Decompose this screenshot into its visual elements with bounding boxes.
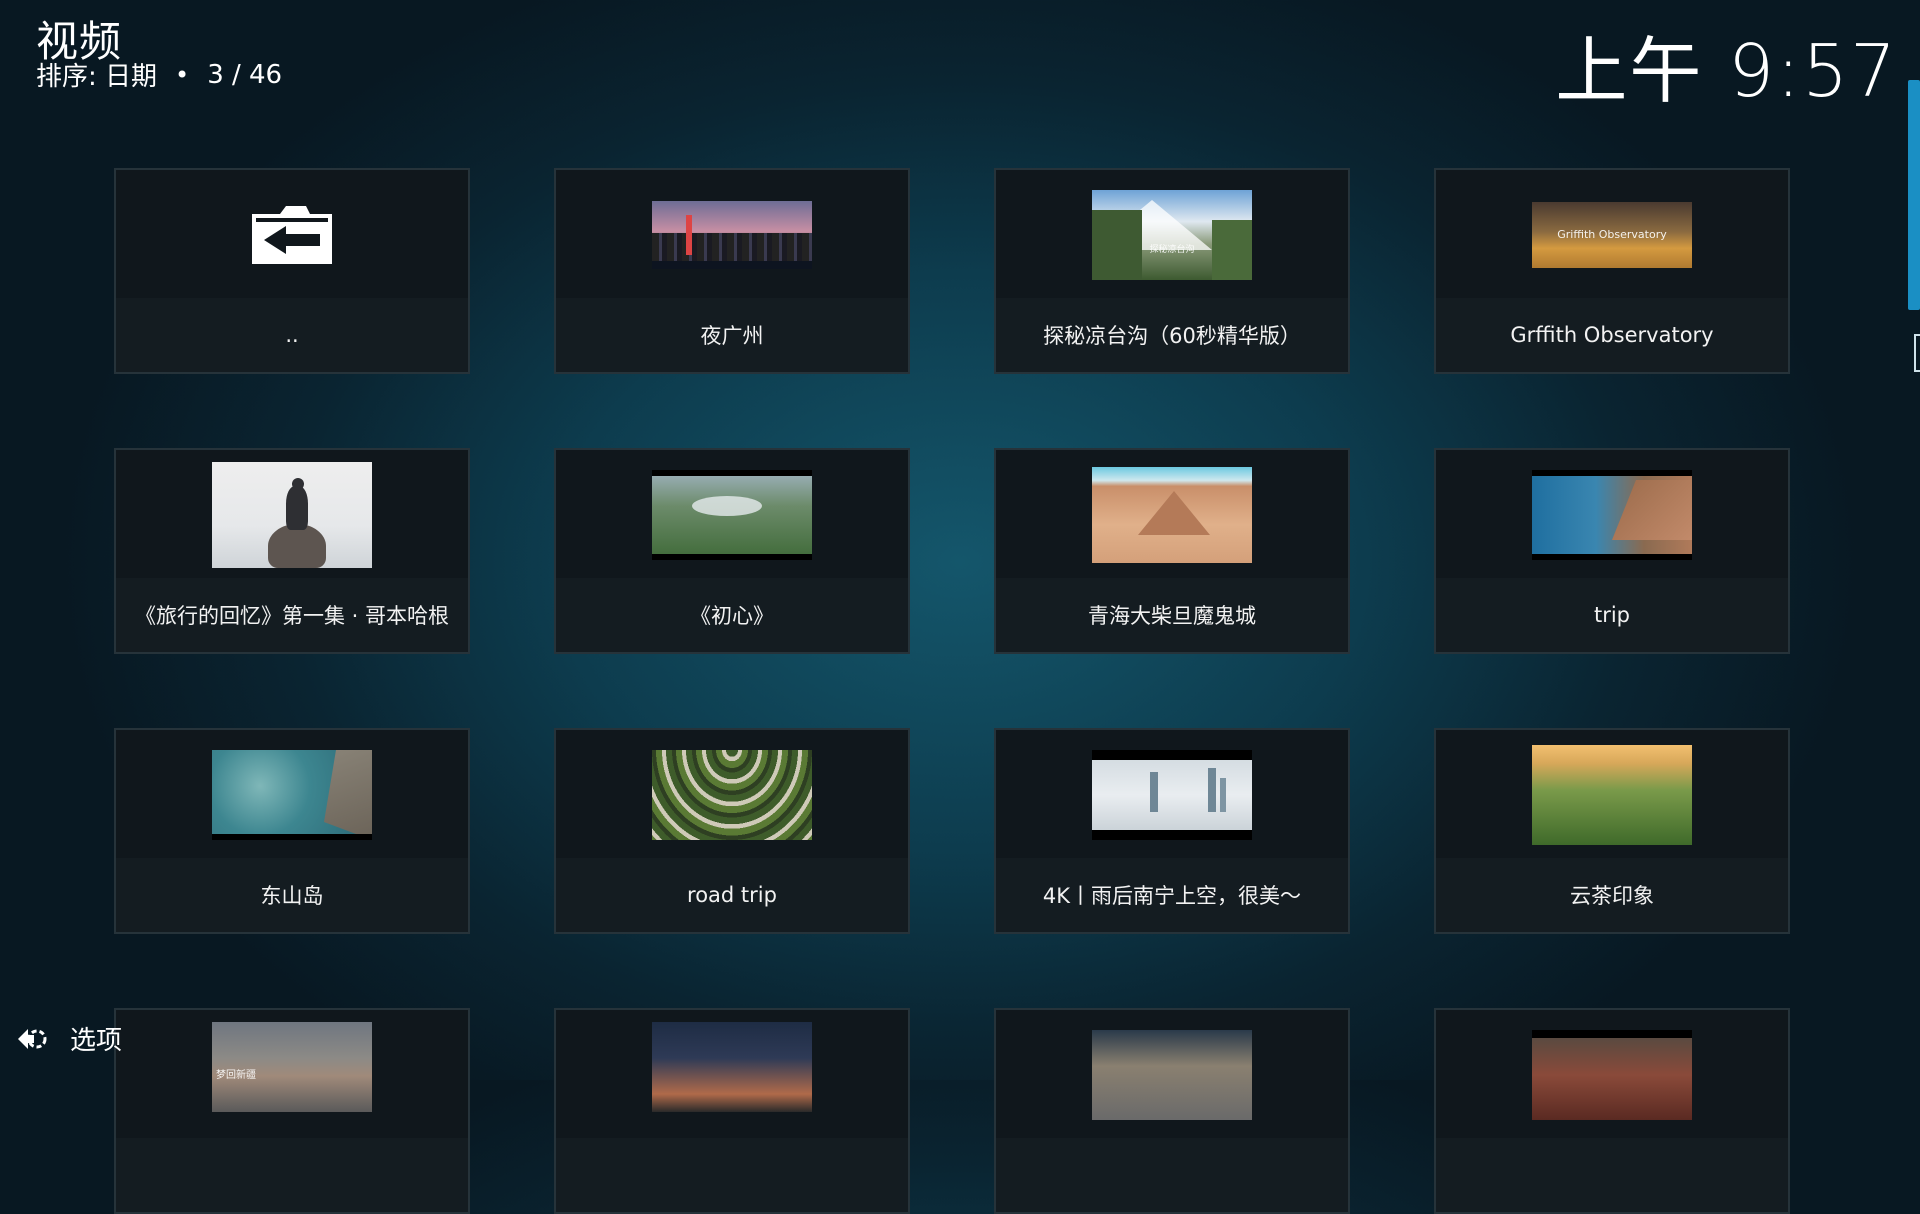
options-icon [14, 1022, 48, 1056]
tile-label [556, 1138, 908, 1212]
media-tile[interactable]: trip [1434, 448, 1790, 654]
tile-label: Grffith Observatory [1436, 298, 1788, 372]
thumbnail-green-hills [652, 470, 812, 560]
tile-label: 青海大柴旦魔鬼城 [996, 578, 1348, 652]
tile-label [996, 1138, 1348, 1212]
media-tile[interactable]: Griffith Observatory Grffith Observatory [1434, 168, 1790, 374]
thumbnail-observatory: Griffith Observatory [1532, 202, 1692, 268]
options-label: 选项 [70, 1026, 123, 1056]
thumbnail-city-clouds [1092, 750, 1252, 840]
tile-label: 《旅行的回忆》第一集 · 哥本哈根 [116, 578, 468, 652]
media-tile[interactable] [994, 1008, 1350, 1214]
tile-label: road trip [556, 858, 908, 932]
media-grid: .. 夜广州 探秘凉台沟 探秘凉台沟（60秒精华版） Griffith Obse… [0, 0, 1920, 1214]
media-tile[interactable]: 东山岛 [114, 728, 470, 934]
thumbnail-terraces [652, 750, 812, 840]
media-tile[interactable]: 夜广州 [554, 168, 910, 374]
tile-label [1436, 1138, 1788, 1212]
options-button[interactable]: 选项 [14, 1020, 122, 1057]
media-tile[interactable]: road trip [554, 728, 910, 934]
tile-label: trip [1436, 578, 1788, 652]
thumbnail-caption: 探秘凉台沟 [1149, 245, 1195, 255]
thumbnail-city-aerial [1092, 1030, 1252, 1120]
tile-label: 云茶印象 [1436, 858, 1788, 932]
thumbnail-autumn-forest [1532, 1030, 1692, 1120]
folder-back-icon [246, 200, 338, 270]
thumbnail-lake-dusk: 梦回新疆 [212, 1022, 372, 1112]
thumbnail-mermaid-statue [212, 462, 372, 568]
media-tile[interactable]: 4K丨雨后南宁上空，很美～ [994, 728, 1350, 934]
thumbnail-coast [1532, 470, 1692, 560]
media-tile-parent-folder[interactable]: .. [114, 168, 470, 374]
thumbnail-caption: Griffith Observatory [1557, 228, 1667, 241]
thumbnail-caption: 梦回新疆 [216, 1070, 256, 1081]
media-tile[interactable]: 探秘凉台沟 探秘凉台沟（60秒精华版） [994, 168, 1350, 374]
tile-label: 4K丨雨后南宁上空，很美～ [996, 858, 1348, 932]
thumbnail-city-night [652, 201, 812, 269]
tile-label: 夜广州 [556, 298, 908, 372]
thumbnail-snow-mountain: 探秘凉台沟 [1092, 190, 1252, 280]
tile-label: 探秘凉台沟（60秒精华版） [996, 298, 1348, 372]
thumbnail-tea-hills [1532, 745, 1692, 845]
media-tile[interactable]: 《旅行的回忆》第一集 · 哥本哈根 [114, 448, 470, 654]
media-tile[interactable] [554, 1008, 910, 1214]
thumbnail-desert [1092, 467, 1252, 563]
media-tile[interactable]: 云茶印象 [1434, 728, 1790, 934]
media-tile[interactable]: 梦回新疆 [114, 1008, 470, 1214]
thumbnail-sea-rocks [212, 750, 372, 840]
tile-label: .. [116, 298, 468, 372]
media-tile[interactable]: 青海大柴旦魔鬼城 [994, 448, 1350, 654]
tile-label [116, 1138, 468, 1212]
media-tile[interactable]: 《初心》 [554, 448, 910, 654]
thumbnail-sunset-sky [652, 1022, 812, 1112]
tile-label: 《初心》 [556, 578, 908, 652]
media-tile[interactable] [1434, 1008, 1790, 1214]
tile-label: 东山岛 [116, 858, 468, 932]
